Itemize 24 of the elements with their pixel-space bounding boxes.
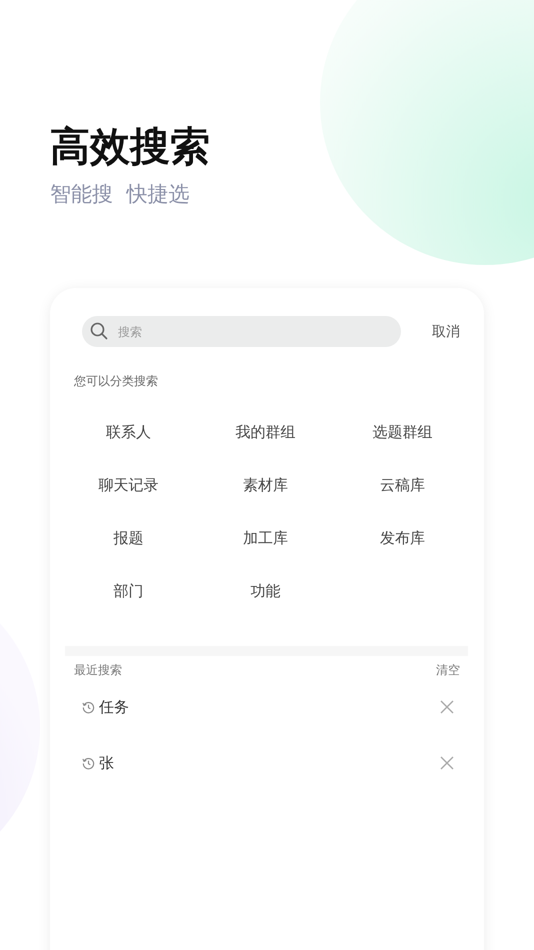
category-link[interactable]: 我的群组	[236, 423, 296, 442]
clear-button[interactable]: 清空	[436, 662, 460, 679]
category-link[interactable]: 部门	[114, 582, 144, 601]
category-link[interactable]: 聊天记录	[98, 476, 158, 495]
category-link[interactable]: 素材库	[243, 476, 288, 495]
cancel-button[interactable]: 取消	[432, 322, 460, 340]
category-link[interactable]: 联系人	[106, 423, 151, 442]
category-link[interactable]: 发布库	[380, 529, 425, 548]
recent-search-item[interactable]: 张	[95, 754, 114, 772]
recent-search-item[interactable]: 任务	[95, 698, 129, 716]
category-link[interactable]: 选题群组	[372, 423, 432, 442]
category-link[interactable]: 功能	[250, 582, 280, 601]
category-link[interactable]: 报题	[114, 529, 144, 548]
category-link[interactable]: 云稿库	[380, 476, 425, 495]
section-label: 最近搜索	[74, 662, 122, 679]
history-icon	[82, 756, 95, 770]
close-icon[interactable]	[440, 756, 454, 770]
headline: 高效搜索	[50, 123, 211, 172]
category-link[interactable]: 加工库	[243, 529, 288, 548]
search-field[interactable]: 搜索	[82, 316, 401, 347]
section-label: 您可以分类搜索	[74, 373, 159, 390]
subtitle: 智能搜 快捷选	[50, 181, 190, 208]
close-icon[interactable]	[440, 700, 454, 714]
history-icon	[82, 700, 95, 714]
